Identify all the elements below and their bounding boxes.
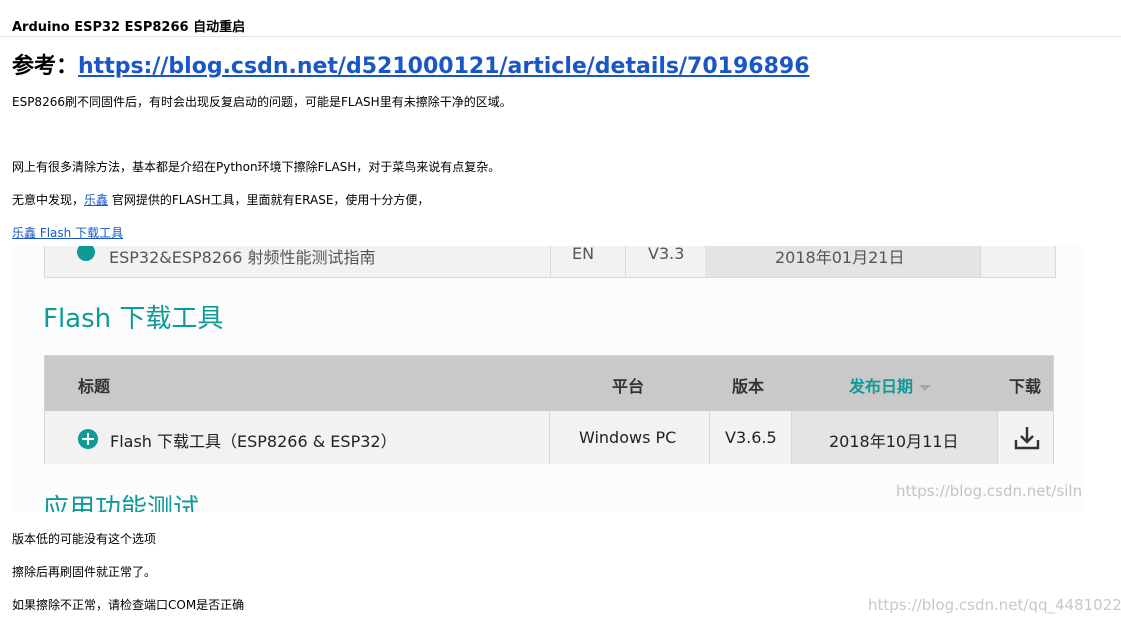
- cell-version: V3.6.5: [710, 411, 792, 464]
- section-heading: Flash 下载工具: [43, 304, 224, 334]
- paragraph-1: ESP8266刷不同固件后，有时会出现反复启动的问题，可能是FLASH里有未擦除…: [12, 95, 512, 109]
- cell-date: 2018年10月11日: [792, 411, 998, 464]
- article-title: Arduino ESP32 ESP8266 自动重启: [12, 20, 246, 35]
- cell-title: Flash 下载工具（ESP8266 & ESP32）: [45, 411, 550, 464]
- paragraph-3-prefix: 无意中发现，: [12, 193, 85, 207]
- paragraph-5: 版本低的可能没有这个选项: [12, 532, 157, 546]
- paragraph-4: 乐鑫 Flash 下载工具: [12, 224, 123, 241]
- previous-table-row: ESP32&ESP8266 射频性能测试指南 EN V3.3 2018年01月2…: [44, 246, 1056, 278]
- header-date-label: 发布日期: [849, 377, 914, 396]
- download-table: 标题 平台 版本 发布日期 下载 Flash 下载工具（ESP8266 & ES…: [44, 355, 1054, 464]
- header-version: 版本: [732, 377, 765, 396]
- reference-link[interactable]: https://blog.csdn.net/d521000121/article…: [78, 54, 810, 79]
- paragraph-6: 擦除后再刷固件就正常了。: [12, 565, 157, 579]
- article-page: Arduino ESP32 ESP8266 自动重启 参考：https://bl…: [0, 0, 1121, 624]
- page-watermark: https://blog.csdn.net/qq_44810226: [868, 596, 1121, 614]
- table-header: 标题 平台 版本 发布日期 下载: [45, 356, 1053, 411]
- reference-label: 参考：: [12, 54, 79, 79]
- prev-row-date: 2018年01月21日: [775, 248, 905, 267]
- paragraph-3: 无意中发现，乐鑫 官网提供的FLASH工具，里面就有ERASE，使用十分方便，: [12, 191, 429, 208]
- flash-tool-link[interactable]: 乐鑫 Flash 下载工具: [12, 226, 123, 240]
- paragraph-7: 如果擦除不正常，请检查端口COM是否正确: [12, 598, 245, 612]
- reference-line: 参考：https://blog.csdn.net/d521000121/arti…: [12, 48, 810, 80]
- prev-row-version: V3.3: [648, 246, 685, 263]
- embedded-watermark: https://blog.csdn.net/silno: [896, 482, 1082, 500]
- table-row: Flash 下载工具（ESP8266 & ESP32） Windows PC V…: [45, 411, 1053, 464]
- title-divider: [0, 36, 1121, 37]
- next-section-heading: 应用功能测试: [43, 494, 200, 512]
- cell-platform: Windows PC: [550, 411, 710, 464]
- expand-icon[interactable]: [78, 429, 98, 449]
- espressif-link[interactable]: 乐鑫: [84, 193, 108, 207]
- header-title: 标题: [78, 377, 111, 396]
- prev-row-lang: EN: [572, 246, 595, 263]
- header-date[interactable]: 发布日期: [849, 373, 932, 397]
- paragraph-3-suffix: 官网提供的FLASH工具，里面就有ERASE，使用十分方便，: [108, 193, 430, 207]
- paragraph-2: 网上有很多清除方法，基本都是介绍在Python环境下擦除FLASH，对于菜鸟来说…: [12, 160, 501, 174]
- embedded-screenshot: ESP32&ESP8266 射频性能测试指南 EN V3.3 2018年01月2…: [12, 246, 1082, 512]
- header-download: 下载: [1009, 377, 1042, 396]
- row-title: Flash 下载工具（ESP8266 & ESP32）: [110, 432, 397, 451]
- row-date: 2018年10月11日: [829, 432, 959, 451]
- sort-arrow-icon: [919, 384, 932, 391]
- row-platform: Windows PC: [579, 428, 677, 447]
- header-platform: 平台: [612, 377, 645, 396]
- download-icon[interactable]: [1014, 425, 1040, 451]
- cell-download: [998, 411, 1053, 464]
- row-version: V3.6.5: [725, 428, 777, 447]
